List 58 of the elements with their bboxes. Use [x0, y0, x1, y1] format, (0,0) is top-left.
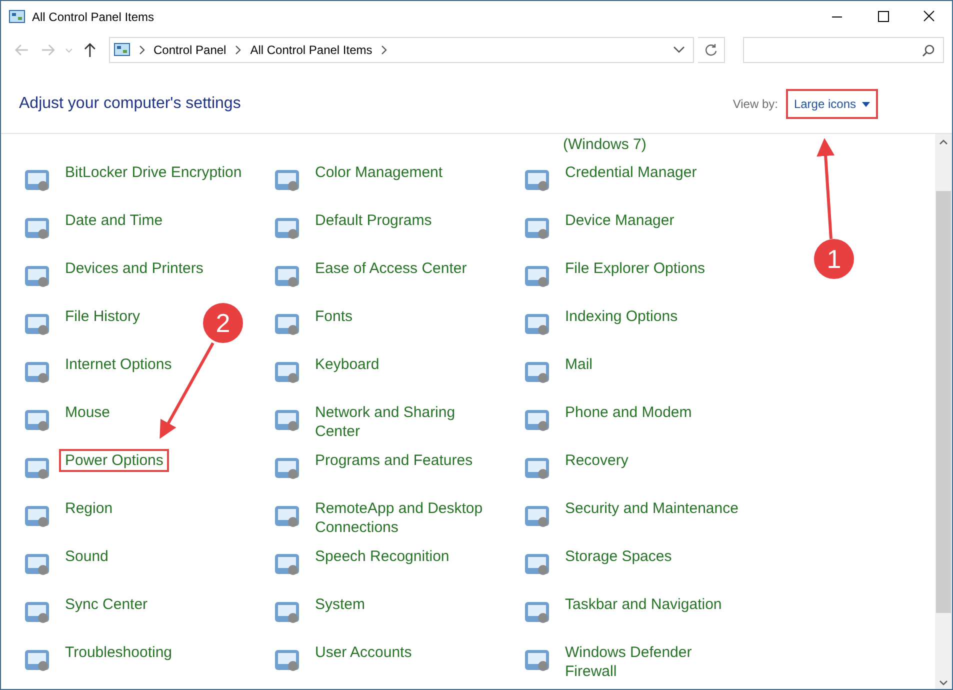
page-heading: Adjust your computer's settings [19, 95, 242, 113]
scrollbar[interactable] [935, 134, 952, 689]
chevron-right-icon [380, 45, 388, 55]
applet-link[interactable]: Storage Spaces [559, 545, 678, 568]
applet-link[interactable]: BitLocker Drive Encryption [59, 161, 248, 184]
applet-link[interactable]: Taskbar and Navigation [559, 593, 728, 616]
applet-link[interactable]: Default Programs [309, 209, 438, 232]
applet-link[interactable]: Sound [59, 545, 114, 568]
view-by-dropdown[interactable]: Large icons [786, 89, 878, 119]
scroll-up-icon[interactable] [939, 139, 948, 145]
dropdown-chevron-icon[interactable] [672, 46, 684, 54]
applet-link[interactable]: Fonts [309, 305, 359, 328]
address-bar[interactable]: Control Panel All Control Panel Items [108, 37, 694, 63]
applet-link[interactable]: Ease of Access Center [309, 257, 473, 280]
applet-link[interactable]: File Explorer Options [559, 257, 712, 280]
applet-link[interactable]: Troubleshooting [59, 641, 178, 664]
applet-link[interactable]: File History [59, 305, 146, 328]
applet-link[interactable]: Recovery [559, 449, 634, 472]
applet-link[interactable]: Region [59, 497, 119, 520]
caret-down-icon [862, 102, 870, 106]
applet-link[interactable]: Color Management [309, 161, 449, 184]
applet-link[interactable]: Mouse [59, 401, 116, 424]
scrollbar-thumb[interactable] [936, 191, 951, 613]
step-number-badge: 2 [203, 303, 243, 343]
applet-link[interactable]: Date and Time [59, 209, 169, 232]
applet-link[interactable]: Credential Manager [559, 161, 703, 184]
applet-link[interactable]: Power Options [59, 449, 170, 472]
chevron-right-icon [234, 45, 242, 55]
applet-link[interactable]: Security and Maintenance [559, 497, 744, 520]
step-number-badge: 1 [814, 239, 854, 279]
applet-link[interactable]: Programs and Features [309, 449, 479, 472]
applet-link[interactable]: Indexing Options [559, 305, 684, 328]
applet-link[interactable]: System [309, 593, 372, 616]
applet-link[interactable]: (Windows 7) [563, 136, 646, 154]
breadcrumb-link[interactable]: All Control Panel Items [250, 43, 372, 57]
applet-link[interactable]: Internet Options [59, 353, 178, 376]
applet-link[interactable]: Keyboard [309, 353, 386, 376]
applet-link[interactable]: Windows Defender Firewall [559, 641, 751, 683]
breadcrumb-link[interactable]: Control Panel [154, 43, 226, 57]
view-by-label: View by: [732, 97, 778, 111]
applet-link[interactable]: Mail [559, 353, 599, 376]
refresh-icon [704, 43, 718, 57]
applet-link[interactable]: Speech Recognition [309, 545, 456, 568]
applet-link[interactable]: Network and Sharing Center [309, 401, 501, 443]
applet-link[interactable]: User Accounts [309, 641, 418, 664]
applet-link[interactable]: Devices and Printers [59, 257, 210, 280]
scroll-down-icon[interactable] [939, 680, 948, 686]
search-field[interactable] [743, 37, 944, 63]
applet-link[interactable]: Sync Center [59, 593, 154, 616]
applet-link[interactable]: Device Manager [559, 209, 680, 232]
refresh-button[interactable] [698, 37, 726, 63]
chevron-right-icon [138, 45, 146, 55]
window-title: All Control Panel Items [32, 10, 156, 24]
control-panel-icon [9, 10, 25, 24]
search-icon [922, 44, 936, 56]
control-panel-icon [114, 43, 130, 57]
applet-link[interactable]: RemoteApp and Desktop Connections [309, 497, 501, 539]
applet-link[interactable]: Phone and Modem [559, 401, 698, 424]
